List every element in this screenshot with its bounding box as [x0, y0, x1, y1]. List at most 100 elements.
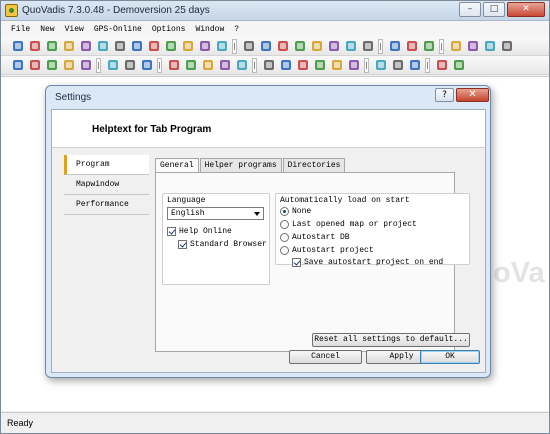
autoload-group: Automatically load on start None Last op… — [275, 193, 470, 267]
route-c-icon[interactable] — [45, 58, 59, 72]
nav-item-performance[interactable]: Performance — [64, 195, 149, 215]
arrow-right-icon[interactable] — [140, 58, 154, 72]
track-c-icon[interactable] — [296, 58, 310, 72]
standard-browser-label: Standard Browser — [190, 240, 267, 249]
standard-browser-checkbox[interactable] — [178, 240, 187, 249]
menu-new[interactable]: New — [40, 25, 54, 34]
delete-icon[interactable] — [235, 58, 249, 72]
map-icon[interactable] — [130, 39, 144, 53]
tool-a-icon[interactable] — [449, 39, 463, 53]
toolbar-grip[interactable] — [439, 39, 444, 54]
search-list-icon[interactable] — [96, 39, 110, 53]
help-online-checkbox[interactable] — [167, 227, 176, 236]
minimize-button[interactable]: – — [459, 2, 481, 17]
autoload-none-radio[interactable] — [280, 207, 289, 216]
route-a-icon[interactable] — [11, 58, 25, 72]
layers-icon[interactable] — [147, 39, 161, 53]
language-select[interactable]: English — [167, 207, 264, 220]
lock-icon[interactable] — [435, 58, 449, 72]
toolbar-grip[interactable] — [157, 58, 162, 73]
menu-file[interactable]: File — [11, 25, 30, 34]
track-b-icon[interactable] — [279, 58, 293, 72]
wand-icon[interactable] — [215, 39, 229, 53]
reset-defaults-button[interactable]: Reset all settings to default... — [312, 333, 470, 347]
table-icon[interactable] — [198, 39, 212, 53]
waypoint-icon[interactable] — [218, 58, 232, 72]
print-icon[interactable] — [62, 39, 76, 53]
settings-icon[interactable] — [452, 58, 466, 72]
zoom-1-icon[interactable] — [310, 39, 324, 53]
tool-c-icon[interactable] — [483, 39, 497, 53]
paste-icon[interactable] — [28, 39, 42, 53]
toolbar-grip[interactable] — [425, 58, 430, 73]
zoom-out-icon[interactable] — [259, 39, 273, 53]
main-toolbar — [1, 37, 549, 56]
toolbar-grip[interactable] — [378, 39, 383, 54]
scissors-icon[interactable] — [11, 39, 25, 53]
autoload-project-label: Autostart project — [292, 246, 374, 255]
dialog-title: Settings — [55, 92, 92, 103]
menu-help[interactable]: ? — [234, 25, 239, 34]
close-button[interactable]: ✕ — [507, 2, 545, 17]
track-d-icon[interactable] — [313, 58, 327, 72]
list-icon[interactable] — [181, 39, 195, 53]
nav-item-mapwindow[interactable]: Mapwindow — [64, 175, 149, 195]
toolbar-grip[interactable] — [364, 58, 369, 73]
menu-window[interactable]: Window — [195, 25, 224, 34]
autoload-project-radio[interactable] — [280, 246, 289, 255]
measure-icon[interactable] — [201, 58, 215, 72]
zoom-in-icon[interactable] — [242, 39, 256, 53]
menu-gps-online[interactable]: GPS-Online — [94, 25, 142, 34]
pan-icon[interactable] — [184, 58, 198, 72]
maximize-button[interactable]: □ — [483, 2, 505, 17]
compass-icon[interactable] — [388, 39, 402, 53]
secondary-toolbar — [1, 56, 549, 75]
route-d-icon[interactable] — [62, 58, 76, 72]
cursor-icon[interactable] — [167, 58, 181, 72]
split-icon[interactable] — [374, 58, 388, 72]
track-e-icon[interactable] — [330, 58, 344, 72]
grid-icon[interactable] — [113, 39, 127, 53]
nav-item-program[interactable]: Program — [64, 155, 149, 175]
toolbar-grip[interactable] — [252, 58, 257, 73]
window-controls: – □ ✕ — [459, 2, 545, 17]
window-title: QuoVadis 7.3.0.48 - Demoversion 25 days — [22, 5, 210, 16]
route-b-icon[interactable] — [28, 58, 42, 72]
autoload-last-map-radio[interactable] — [280, 220, 289, 229]
save-autostart-checkbox[interactable] — [292, 258, 301, 267]
binoculars-icon[interactable] — [79, 39, 93, 53]
gps-icon[interactable] — [361, 39, 375, 53]
cancel-button[interactable]: Cancel — [289, 350, 362, 364]
target-icon[interactable] — [164, 39, 178, 53]
copy-icon[interactable] — [45, 39, 59, 53]
zoom-fit-icon[interactable] — [276, 39, 290, 53]
tool-b-icon[interactable] — [466, 39, 480, 53]
edit-icon[interactable] — [106, 58, 120, 72]
pie-icon[interactable] — [422, 39, 436, 53]
route-e-icon[interactable] — [79, 58, 93, 72]
zoom-window-icon[interactable] — [293, 39, 307, 53]
autoload-db-radio[interactable] — [280, 233, 289, 242]
zoom-select-icon[interactable] — [344, 39, 358, 53]
tab-helper-programs[interactable]: Helper programs — [199, 158, 282, 172]
menu-options[interactable]: Options — [152, 25, 186, 34]
tab-general[interactable]: General — [155, 158, 199, 173]
dialog-help-button[interactable]: ? — [435, 88, 454, 102]
minus-circle-icon[interactable] — [405, 39, 419, 53]
toolbar-grip[interactable] — [232, 39, 237, 54]
align-icon[interactable] — [347, 58, 361, 72]
dialog-header: Helptext for Tab Program — [52, 110, 485, 148]
ok-button[interactable]: OK — [420, 350, 480, 364]
stats-icon[interactable] — [408, 58, 422, 72]
menu-view[interactable]: View — [65, 25, 84, 34]
language-group: Language English Help Online Standard Br… — [162, 193, 270, 285]
tool-d-icon[interactable] — [500, 39, 514, 53]
join-icon[interactable] — [391, 58, 405, 72]
zoom-3d-icon[interactable] — [327, 39, 341, 53]
arrow-left-icon[interactable] — [123, 58, 137, 72]
dialog-close-button[interactable]: ✕ — [456, 88, 489, 102]
track-a-icon[interactable] — [262, 58, 276, 72]
toolbar-grip[interactable] — [96, 58, 101, 73]
tab-directories[interactable]: Directories — [282, 158, 346, 172]
dialog-body: Helptext for Tab Program Program Mapwind… — [51, 109, 486, 373]
